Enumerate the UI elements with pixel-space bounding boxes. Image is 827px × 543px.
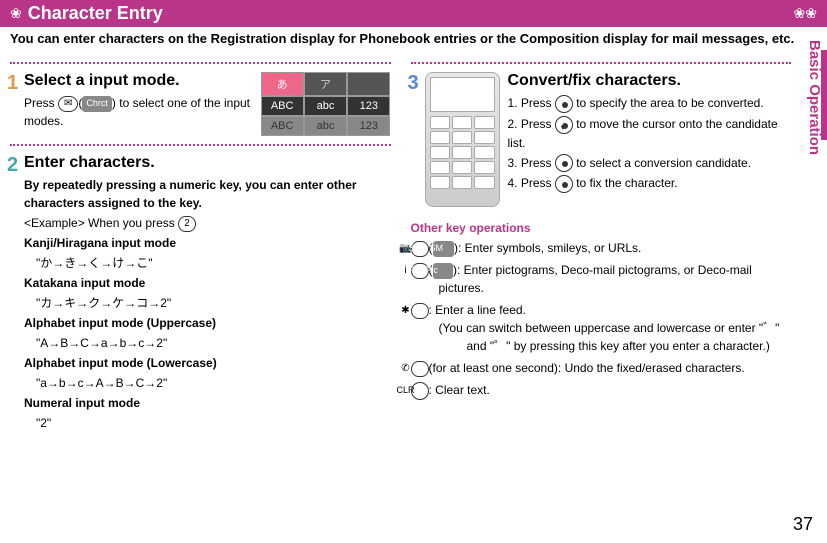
text: Press [521, 117, 555, 131]
separator [10, 144, 391, 146]
page-number: 37 [793, 514, 813, 535]
intro-text: You can enter characters on the Registra… [0, 27, 827, 54]
mode-tab [347, 72, 390, 96]
other-operations-heading: Other key operations [411, 221, 792, 235]
text: Press [521, 156, 555, 170]
list-num: 2. [508, 117, 518, 131]
right-column: 3 Convert/fix characters. 1. Press [411, 54, 818, 446]
clover-icon-right: ❀❀ [794, 5, 817, 22]
text: to select a conversion candidate. [573, 156, 751, 170]
numeric-key-2: 2 [178, 216, 196, 232]
dpad-icon [555, 154, 573, 172]
mode-tab: 123 [347, 96, 390, 116]
softkey-pill: Pi・Pic [433, 263, 454, 279]
example-label: <Example> When you press [24, 216, 178, 230]
step-title: Convert/fix characters. [508, 72, 792, 90]
mode-tab: ABC [261, 96, 304, 116]
extra-desc: (You can switch between uppercase and lo… [467, 319, 792, 355]
step-1: 1 Select a input mode. Press ✉(Chrct) to… [10, 72, 391, 130]
dpad-center-icon [555, 175, 573, 193]
input-mode-tabs-image: あ ア ABC abc 123 ABC abc 123 [261, 72, 391, 136]
phone-illustration [425, 72, 500, 207]
softkey-pill: SB・SM [433, 241, 455, 257]
call-key-icon: ✆ [411, 361, 429, 377]
mode-tab: abc [304, 96, 347, 116]
dpad-icon [555, 95, 573, 113]
step-body: Press ✉(Chrct) to select one of the inpu… [24, 94, 264, 130]
list-num: 4. [508, 176, 518, 190]
step-number: 1 [7, 72, 18, 95]
other-item: CLR: Clear text. [411, 381, 792, 400]
step-number: 3 [408, 72, 419, 95]
separator [10, 62, 391, 64]
mode-name: Alphabet input mode (Lowercase) [24, 354, 391, 372]
mode-name: Numeral input mode [24, 394, 391, 412]
other-item: 📷(SB・SM): Enter symbols, smileys, or URL… [411, 239, 792, 257]
clr-key-icon: CLR [411, 382, 429, 400]
mode-name: Alphabet input mode (Uppercase) [24, 314, 391, 332]
other-item: ✆(for at least one second): Undo the fix… [411, 359, 792, 377]
mode-tab: abc [304, 116, 347, 136]
clover-icon: ❀ [10, 5, 22, 22]
mode-seq: "A→B→C→a→b→c→2" [36, 334, 391, 352]
list-num: 3. [508, 156, 518, 170]
mode-tab: ア [304, 72, 347, 96]
dpad-down-icon [555, 116, 573, 134]
mode-tab: あ [261, 72, 304, 96]
mode-seq: "2" [36, 414, 391, 432]
mode-name: Katakana input mode [24, 274, 391, 292]
star-key-icon: ✱ [411, 303, 429, 319]
mode-seq: "カ→キ→ク→ケ→コ→2" [36, 294, 391, 312]
step-title: Enter characters. [24, 154, 391, 172]
left-column: 1 Select a input mode. Press ✉(Chrct) to… [10, 54, 391, 446]
mode-name: Kanji/Hiragana input mode [24, 234, 391, 252]
step-2: 2 Enter characters. By repeatedly pressi… [10, 154, 391, 432]
list-num: 1. [508, 96, 518, 110]
mode-tab: 123 [347, 116, 390, 136]
mode-seq: "か→き→く→け→こ" [36, 254, 391, 272]
desc: (for at least one second): Undo the fixe… [429, 361, 745, 375]
other-item: i(Pi・Pic): Enter pictograms, Deco-mail p… [411, 261, 792, 297]
desc: : Enter pictograms, Deco-mail pictograms… [439, 263, 752, 295]
separator [411, 62, 792, 64]
text: to fix the character. [573, 176, 678, 190]
desc: : Enter a line feed. [429, 303, 526, 317]
step-body: By repeatedly pressing a numeric key, yo… [24, 176, 391, 432]
text: Press [521, 96, 555, 110]
main-content: 1 Select a input mode. Press ✉(Chrct) to… [0, 54, 827, 446]
text: Press [521, 176, 555, 190]
softkey-label: Chrct [82, 96, 112, 112]
mode-tab: ABC [261, 116, 304, 136]
header-bar: ❀ Character Entry ❀❀ [0, 0, 827, 27]
other-item: ✱: Enter a line feed. (You can switch be… [411, 301, 792, 355]
step-3: 3 Convert/fix characters. 1. Press [411, 72, 792, 207]
mail-key-icon: ✉ [58, 96, 78, 112]
step-number: 2 [7, 154, 18, 177]
text: to specify the area to be converted. [573, 96, 764, 110]
desc: : Enter symbols, smileys, or URLs. [458, 241, 641, 255]
mode-seq: "a→b→c→A→B→C→2" [36, 374, 391, 392]
page-title: Character Entry [28, 3, 163, 24]
desc: : Clear text. [429, 383, 490, 397]
step-body: Convert/fix characters. 1. Press to spec… [508, 72, 792, 207]
text: Press [24, 96, 58, 110]
lead-text: By repeatedly pressing a numeric key, yo… [24, 176, 391, 212]
